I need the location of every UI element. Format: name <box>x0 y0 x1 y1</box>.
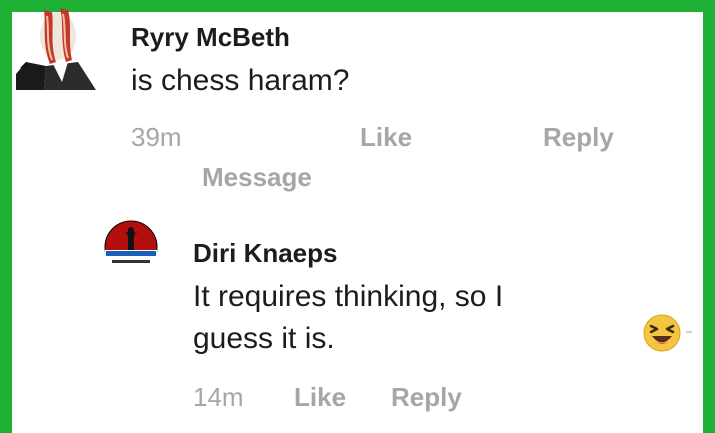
divider <box>686 331 692 333</box>
comment-author-name[interactable]: Ryry McBeth <box>131 22 290 53</box>
reply-button[interactable]: Reply <box>391 382 462 413</box>
comment-timestamp[interactable]: 39m <box>131 122 182 153</box>
comment-timestamp[interactable]: 14m <box>193 382 244 413</box>
user-avatar-diri[interactable] <box>104 220 158 274</box>
comment-text-line: It requires thinking, so I <box>193 280 504 313</box>
message-button[interactable]: Message <box>202 162 312 193</box>
comment-text-line: guess it is. <box>193 322 335 355</box>
comment-text: is chess haram? <box>131 64 350 97</box>
comment-author-name[interactable]: Diri Knaeps <box>193 238 338 269</box>
user-avatar-ryry[interactable] <box>16 4 96 90</box>
screenshot-frame <box>0 0 715 433</box>
like-button[interactable]: Like <box>360 122 412 153</box>
laughing-emoji-icon[interactable] <box>642 313 682 353</box>
like-button[interactable]: Like <box>294 382 346 413</box>
reply-button[interactable]: Reply <box>543 122 614 153</box>
